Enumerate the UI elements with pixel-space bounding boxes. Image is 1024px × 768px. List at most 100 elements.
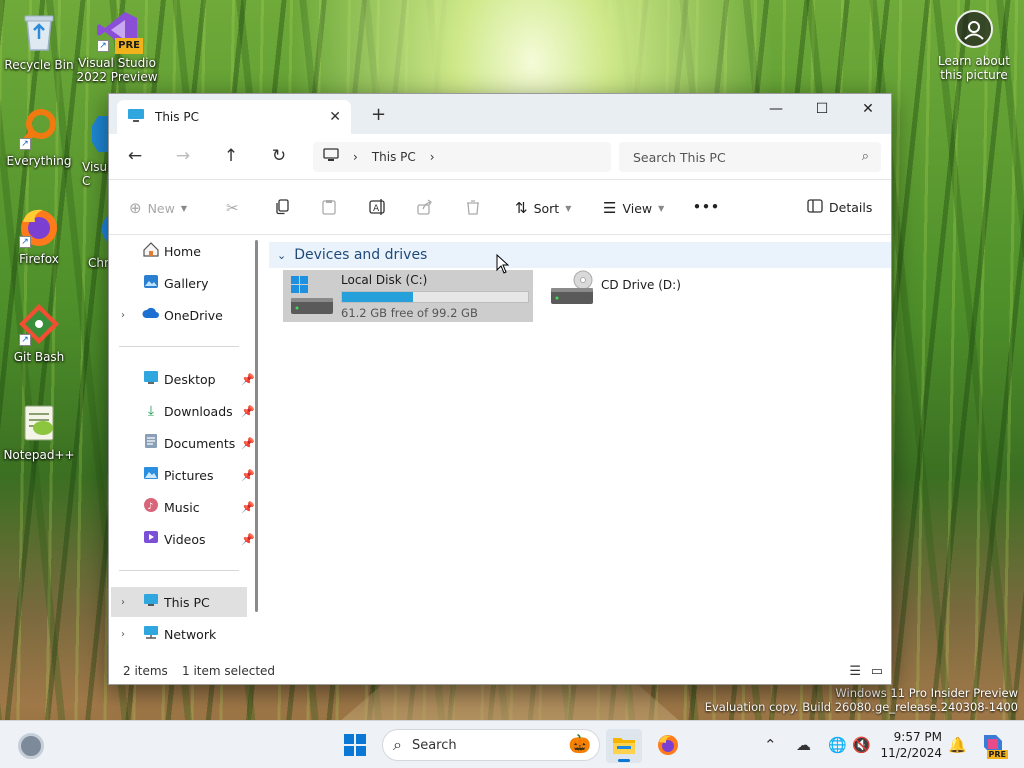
desktop-icon-recycle-bin[interactable]: Recycle Bin (0, 10, 81, 72)
drive-cd-d[interactable]: CD Drive (D:) (543, 270, 733, 322)
forward-button[interactable]: → (171, 146, 195, 166)
taskbar-search[interactable]: ⌕ Search 🎃 (382, 729, 600, 761)
sidebar-item-music[interactable]: ♪ Music 📌 (111, 492, 255, 522)
command-bar: ⊕ New ▼ ✂ A ⇅ Sort ▼ ☰ View ▼ ••• Detail… (109, 181, 891, 235)
sidebar-item-onedrive[interactable]: › OneDrive (111, 300, 247, 330)
clock[interactable]: 9:57 PM 11/2/2024 (880, 729, 942, 761)
pin-icon[interactable]: 📌 (241, 501, 255, 514)
search-highlight-icon: 🎃 (568, 734, 591, 755)
rename-button[interactable]: A (369, 199, 387, 218)
sidebar-item-home[interactable]: Home (111, 236, 247, 266)
widgets-weather-icon[interactable] (18, 733, 44, 759)
details-view-icon[interactable]: ☰ (849, 664, 861, 679)
details-pane-icon (807, 199, 823, 216)
git-bash-icon: ↗ (17, 302, 61, 346)
status-bar: 2 items 1 item selected ☰ ▭ (109, 658, 891, 684)
sidebar-item-documents[interactable]: Documents 📌 (111, 428, 255, 458)
window-controls: — ☐ ✕ (753, 94, 891, 124)
copy-button[interactable] (274, 199, 290, 218)
drive-local-disk-c[interactable]: Local Disk (C:) 61.2 GB free of 99.2 GB (283, 270, 533, 322)
breadcrumb-this-pc[interactable]: This PC (372, 150, 416, 164)
tab-this-pc[interactable]: This PC ✕ (117, 100, 351, 134)
search-box[interactable]: ⌕ (619, 142, 881, 172)
watermark-line-2: Evaluation copy. Build 26080.ge_release.… (704, 700, 1018, 714)
notification-bell-icon[interactable]: 🔔 (948, 736, 967, 754)
see-more-button[interactable]: ••• (693, 199, 720, 214)
sidebar-item-network[interactable]: › Network (111, 619, 247, 649)
cut-button[interactable]: ✂ (226, 199, 239, 217)
up-button[interactable]: ↑ (219, 146, 243, 166)
address-bar[interactable]: › This PC › (313, 142, 611, 172)
tab-label: This PC (155, 110, 199, 124)
copilot-icon[interactable]: PRE (980, 731, 1008, 759)
view-button[interactable]: ☰ View ▼ (603, 199, 664, 217)
chevron-right-icon[interactable]: › (353, 150, 358, 164)
sidebar-item-pictures[interactable]: Pictures 📌 (111, 460, 255, 490)
pin-icon[interactable]: 📌 (241, 437, 255, 450)
visual-studio-icon: PRE ↗ (95, 8, 143, 54)
pin-icon[interactable]: 📌 (241, 373, 255, 386)
start-button[interactable] (344, 734, 366, 756)
chevron-right-icon[interactable]: › (121, 629, 125, 640)
pin-icon[interactable]: 📌 (241, 405, 255, 418)
monitor-icon (127, 108, 145, 127)
network-volume-icon[interactable]: 🔇 (852, 736, 871, 754)
drive-free-space: 61.2 GB free of 99.2 GB (341, 306, 478, 320)
desktop-icon-notepad-plus-plus[interactable]: Notepad++ (0, 400, 81, 462)
sidebar-item-downloads[interactable]: ⤓ Downloads 📌 (111, 396, 255, 426)
sidebar-item-desktop[interactable]: Desktop 📌 (111, 364, 255, 394)
large-icons-view-icon[interactable]: ▭ (871, 664, 883, 679)
learn-label: Learn about this picture (938, 54, 1010, 82)
paste-button[interactable] (321, 199, 337, 218)
pin-icon[interactable]: 📌 (241, 533, 255, 546)
sidebar-item-label: Desktop (164, 371, 216, 387)
search-icon[interactable]: ⌕ (862, 149, 869, 164)
details-pane-button[interactable]: Details (807, 199, 872, 216)
taskbar-file-explorer[interactable] (606, 729, 642, 763)
close-window-button[interactable]: ✕ (845, 94, 891, 124)
language-globe-icon[interactable]: 🌐 (828, 736, 847, 754)
minimize-button[interactable]: — (753, 94, 799, 124)
sidebar-item-this-pc[interactable]: › This PC (111, 587, 247, 617)
group-header-devices-and-drives[interactable]: ⌄ Devices and drives (269, 242, 891, 268)
chevron-right-icon[interactable]: › (430, 150, 435, 164)
chevron-right-icon[interactable]: › (121, 597, 125, 608)
desktop-icon-label: Visual Studio 2022 Preview (76, 56, 158, 84)
sort-button[interactable]: ⇅ Sort ▼ (515, 199, 571, 217)
sidebar-item-videos[interactable]: Videos 📌 (111, 524, 255, 554)
desktop-icon-firefox[interactable]: ↗ Firefox (0, 204, 81, 266)
sidebar-scrollbar[interactable] (255, 240, 258, 612)
sidebar-item-label: Downloads (164, 403, 233, 419)
close-tab-icon[interactable]: ✕ (329, 109, 341, 125)
desktop-icon-visual-studio-code[interactable]: Visua C (62, 112, 115, 188)
search-input[interactable] (633, 149, 843, 165)
taskbar: ⌕ Search 🎃 ⌃ ☁ 🌐 🔇 9:57 PM 11/2/2024 🔔 P… (0, 720, 1024, 768)
group-header-label: Devices and drives (294, 247, 428, 263)
share-button[interactable] (417, 199, 433, 218)
back-button[interactable]: ← (123, 146, 147, 166)
chevron-down-icon: ▼ (180, 203, 187, 213)
desktop-icon-chrome[interactable]: Chr (70, 208, 114, 270)
onedrive-offline-icon[interactable]: ☁ (796, 736, 811, 754)
pin-icon[interactable]: 📌 (241, 469, 255, 482)
sidebar-item-gallery[interactable]: Gallery (111, 268, 247, 298)
new-tab-button[interactable]: + (371, 104, 386, 125)
everything-search-icon: ↗ (17, 106, 61, 150)
shortcut-arrow-icon: ↗ (97, 40, 109, 52)
refresh-button[interactable]: ↻ (267, 146, 291, 166)
maximize-button[interactable]: ☐ (799, 94, 845, 124)
running-indicator (618, 759, 630, 762)
learn-about-picture[interactable]: Learn about this picture (932, 10, 1016, 82)
chevron-right-icon[interactable]: › (121, 310, 125, 321)
copilot-preview-badge: PRE (986, 750, 1008, 759)
chevron-down-icon: ▼ (565, 203, 572, 213)
desktop-icon-git-bash[interactable]: ↗ Git Bash (0, 302, 81, 364)
show-hidden-icons-button[interactable]: ⌃ (764, 736, 777, 754)
new-button[interactable]: ⊕ New ▼ (129, 199, 187, 217)
desktop-icon-visual-studio[interactable]: PRE ↗ Visual Studio 2022 Preview (75, 8, 159, 84)
title-bar[interactable]: This PC ✕ + — ☐ ✕ (109, 94, 891, 134)
sidebar-item-label: Gallery (164, 275, 209, 291)
delete-button[interactable] (465, 199, 481, 218)
taskbar-firefox[interactable] (650, 729, 686, 763)
shortcut-arrow-icon: ↗ (19, 138, 31, 150)
